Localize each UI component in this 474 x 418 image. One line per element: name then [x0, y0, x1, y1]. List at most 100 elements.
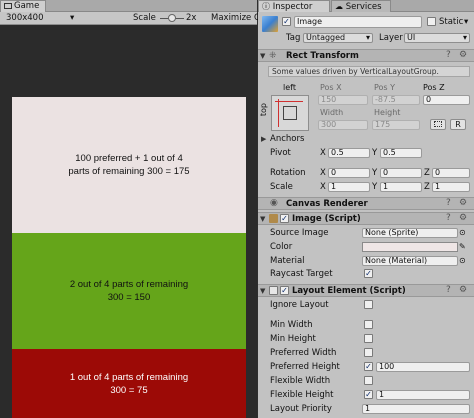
gear-icon[interactable]: ⚙	[459, 50, 467, 61]
anchor-preset-red-line-icon	[275, 101, 303, 102]
scale-label: Scale	[133, 13, 156, 23]
preferred-height-label: Preferred Height	[270, 362, 340, 372]
layout-element-enabled-checkbox[interactable]: ✓	[280, 286, 289, 295]
anchor-horizontal-label: left	[283, 83, 296, 92]
min-height-checkbox[interactable]	[364, 334, 373, 343]
layout-element-title: Layout Element (Script)	[292, 286, 406, 296]
bottom-block-text-line2: 300 = 75	[110, 384, 148, 396]
gameobject-cube-icon	[262, 16, 278, 32]
scale-x-field[interactable]: 1	[328, 182, 370, 192]
resolution-dropdown-arrow-icon[interactable]: ▾	[70, 12, 74, 25]
help-icon[interactable]: ?	[446, 285, 451, 296]
image-enabled-checkbox[interactable]: ✓	[280, 214, 289, 223]
blueprint-icon	[434, 121, 442, 127]
preferred-height-field[interactable]: 100	[376, 362, 470, 372]
inspector-tab-strip: ⓘ Inspector ☁ Services	[258, 0, 474, 12]
gear-icon[interactable]: ⚙	[459, 285, 467, 296]
rotation-x-field[interactable]: 0	[328, 168, 370, 178]
layer-dropdown[interactable]: UI	[404, 33, 470, 43]
preferred-height-checkbox[interactable]: ✓	[364, 362, 373, 371]
rect-transform-header[interactable]: ▼ ⁜ Rect Transform ? ⚙	[258, 49, 474, 62]
rotation-z-field[interactable]: 0	[432, 168, 470, 178]
help-icon[interactable]: ?	[446, 50, 451, 61]
raw-edit-button[interactable]: R	[450, 119, 466, 130]
layout-priority-field[interactable]: 1	[362, 404, 470, 414]
rotation-y-field[interactable]: 0	[380, 168, 422, 178]
raycast-target-checkbox[interactable]: ✓	[364, 269, 373, 278]
static-checkbox[interactable]	[427, 17, 436, 26]
gear-icon[interactable]: ⚙	[459, 198, 467, 209]
raycast-target-label: Raycast Target	[270, 269, 333, 279]
rect-transform-icon: ⁜	[269, 51, 277, 61]
top-block-text-line1: 100 preferred + 1 out of 4	[75, 153, 183, 164]
maximize-on-play-toggle[interactable]: Maximize O	[211, 12, 261, 25]
tag-label: Tag	[286, 33, 301, 43]
help-icon[interactable]: ?	[446, 213, 451, 224]
eyedropper-icon[interactable]: ✎	[459, 241, 466, 253]
anchors-expand-arrow-icon[interactable]: ▶	[261, 133, 266, 145]
preferred-width-checkbox[interactable]	[364, 348, 373, 357]
anchor-preset-button[interactable]	[271, 95, 309, 131]
color-field[interactable]	[362, 242, 458, 252]
anchors-label[interactable]: Anchors	[270, 133, 304, 145]
flexible-height-checkbox[interactable]: ✓	[364, 390, 373, 399]
material-field[interactable]: None (Material)	[362, 256, 458, 266]
width-field: 300	[318, 120, 368, 130]
rotation-x-axis: X	[320, 168, 326, 178]
object-picker-icon[interactable]: ⊙	[459, 255, 466, 267]
top-block: 100 preferred + 1 out of 4 parts of remai…	[12, 97, 246, 233]
tab-game[interactable]: Game	[0, 0, 46, 12]
source-image-field[interactable]: None (Sprite)	[362, 228, 458, 238]
eye-icon: ◉	[270, 198, 278, 208]
image-script-title: Image (Script)	[292, 214, 361, 224]
ignore-layout-checkbox[interactable]	[364, 300, 373, 309]
bottom-block: 1 out of 4 parts of remaining 300 = 75	[12, 349, 246, 418]
pos-x-field: 150	[318, 95, 368, 105]
script-component-icon	[269, 286, 278, 295]
object-name-field[interactable]: Image	[294, 16, 422, 28]
scale-y-field[interactable]: 1	[380, 182, 422, 192]
tab-inspector[interactable]: ⓘ Inspector	[258, 0, 330, 12]
collapse-arrow-icon[interactable]: ▼	[260, 213, 265, 225]
source-image-label: Source Image	[270, 228, 329, 238]
scale-slider-thumb[interactable]	[168, 14, 176, 22]
scale-value: 2x	[186, 13, 197, 23]
middle-block-text-line2: 300 = 150	[107, 292, 151, 303]
resolution-dropdown[interactable]: 300x400	[6, 12, 43, 25]
pivot-x-field[interactable]: 0.5	[328, 148, 370, 158]
rotation-y-axis: Y	[372, 168, 378, 178]
gear-icon[interactable]: ⚙	[459, 213, 467, 224]
flexible-width-checkbox[interactable]	[364, 376, 373, 385]
canvas-renderer-header[interactable]: ◉ Canvas Renderer ? ⚙	[258, 197, 474, 210]
pivot-x-axis: X	[320, 148, 326, 158]
tab-game-label: Game	[14, 1, 40, 11]
tag-dropdown[interactable]: Untagged	[303, 33, 373, 43]
scale-z-field[interactable]: 1	[432, 182, 470, 192]
anchor-preset-square-icon	[283, 106, 297, 120]
canvas-renderer-title: Canvas Renderer	[286, 199, 368, 209]
flexible-height-label: Flexible Height	[270, 390, 334, 400]
rect-transform-title: Rect Transform	[286, 51, 359, 61]
layout-element-header[interactable]: ▼ ✓ Layout Element (Script) ? ⚙	[258, 284, 474, 297]
object-active-checkbox[interactable]: ✓	[282, 17, 291, 26]
tab-services[interactable]: ☁ Services	[331, 0, 391, 12]
blueprint-mode-button[interactable]	[430, 119, 446, 130]
static-dropdown-arrow-icon[interactable]: ▾	[464, 16, 468, 28]
tab-inspector-label: Inspector	[272, 2, 313, 12]
help-icon[interactable]: ?	[446, 198, 451, 209]
collapse-arrow-icon[interactable]: ▼	[260, 50, 265, 62]
scale-label: Scale	[270, 182, 293, 192]
scale-z-axis: Z	[424, 182, 430, 192]
object-picker-icon[interactable]: ⊙	[459, 227, 466, 239]
game-panel: Game 300x400 ▾ Scale 2x Maximize O 100 p…	[0, 0, 261, 418]
top-block-text-line2: parts of remaining 300 = 175	[68, 166, 190, 177]
driven-info-box: Some values driven by VerticalLayoutGrou…	[268, 66, 470, 77]
pivot-y-field[interactable]: 0.5	[380, 148, 422, 158]
pos-z-field[interactable]: 0	[423, 95, 470, 105]
flexible-height-field[interactable]: 1	[376, 390, 470, 400]
rotation-label: Rotation	[270, 168, 306, 178]
game-view-canvas: 100 preferred + 1 out of 4 parts of remai…	[12, 97, 246, 418]
min-width-checkbox[interactable]	[364, 320, 373, 329]
collapse-arrow-icon[interactable]: ▼	[260, 285, 265, 297]
image-script-header[interactable]: ▼ ✓ Image (Script) ? ⚙	[258, 212, 474, 225]
